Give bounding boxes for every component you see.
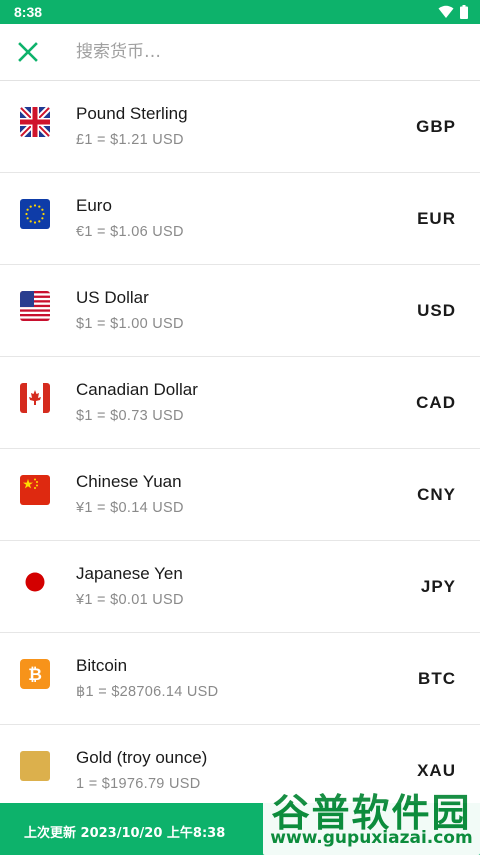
currency-name: Chinese Yuan: [76, 472, 182, 491]
currency-code: JPY: [420, 577, 456, 596]
currency-code: BTC: [418, 669, 456, 688]
currency-name: Gold (troy ounce): [76, 748, 208, 767]
currency-rate: €1 = $1.06 USD: [76, 224, 184, 240]
currency-name: Pound Sterling: [76, 104, 188, 123]
watermark-url: www.gupuxiazai.com: [270, 828, 473, 848]
eu-flag-icon: [20, 199, 50, 229]
currency-row-gbp[interactable]: Pound Sterling £1 = $1.21 USD GBP: [0, 81, 480, 173]
status-time: 8:38: [14, 4, 43, 20]
battery-icon: [460, 5, 468, 19]
bitcoin-icon: ₿: [20, 659, 50, 689]
currency-rate: ¥1 = $0.01 USD: [76, 592, 184, 608]
currency-name: Euro: [76, 196, 112, 215]
search-input[interactable]: [76, 36, 456, 68]
currency-rate: ¥1 = $0.14 USD: [76, 500, 184, 516]
currency-name: Japanese Yen: [76, 564, 183, 583]
us-flag-icon: [20, 291, 50, 321]
currency-list: Pound Sterling £1 = $1.21 USD GBP Euro €…: [0, 81, 480, 817]
currency-row-cad[interactable]: Canadian Dollar $1 = $0.73 USD CAD: [0, 357, 480, 449]
currency-row-jpy[interactable]: Japanese Yen ¥1 = $0.01 USD JPY: [0, 541, 480, 633]
japan-flag-icon: [20, 567, 50, 597]
currency-name: Bitcoin: [76, 656, 128, 675]
status-bar: 8:38: [0, 0, 480, 24]
currency-row-btc[interactable]: ₿ Bitcoin ฿1 = $28706.14 USD BTC: [0, 633, 480, 725]
currency-rate: £1 = $1.21 USD: [76, 132, 184, 148]
status-icons: [438, 5, 468, 19]
currency-name: Canadian Dollar: [76, 380, 198, 399]
currency-code: EUR: [417, 209, 456, 228]
currency-rate: 1 = $1976.79 USD: [76, 776, 201, 792]
currency-code: CAD: [416, 393, 456, 412]
search-toolbar: [0, 24, 480, 81]
currency-code: CNY: [417, 485, 456, 504]
close-icon[interactable]: [14, 38, 42, 66]
wifi-icon: [438, 5, 454, 18]
uk-flag-icon: [20, 107, 50, 137]
watermark-logo: 谷普软件园 www.gupuxiazai.com: [263, 778, 480, 855]
currency-row-eur[interactable]: Euro €1 = $1.06 USD EUR: [0, 173, 480, 265]
currency-rate: $1 = $0.73 USD: [76, 408, 184, 424]
china-flag-icon: [20, 475, 50, 505]
currency-row-usd[interactable]: US Dollar $1 = $1.00 USD USD: [0, 265, 480, 357]
svg-text:₿: ₿: [28, 665, 42, 685]
currency-code: GBP: [416, 117, 456, 136]
currency-code: USD: [417, 301, 456, 320]
currency-rate: ฿1 = $28706.14 USD: [76, 684, 219, 700]
gold-icon: [20, 751, 50, 781]
currency-rate: $1 = $1.00 USD: [76, 316, 184, 332]
last-updated-text: 上次更新 2023/10/20 上午8:38: [24, 826, 226, 841]
currency-row-cny[interactable]: Chinese Yuan ¥1 = $0.14 USD CNY: [0, 449, 480, 541]
canada-flag-icon: [20, 383, 50, 413]
currency-name: US Dollar: [76, 288, 149, 307]
